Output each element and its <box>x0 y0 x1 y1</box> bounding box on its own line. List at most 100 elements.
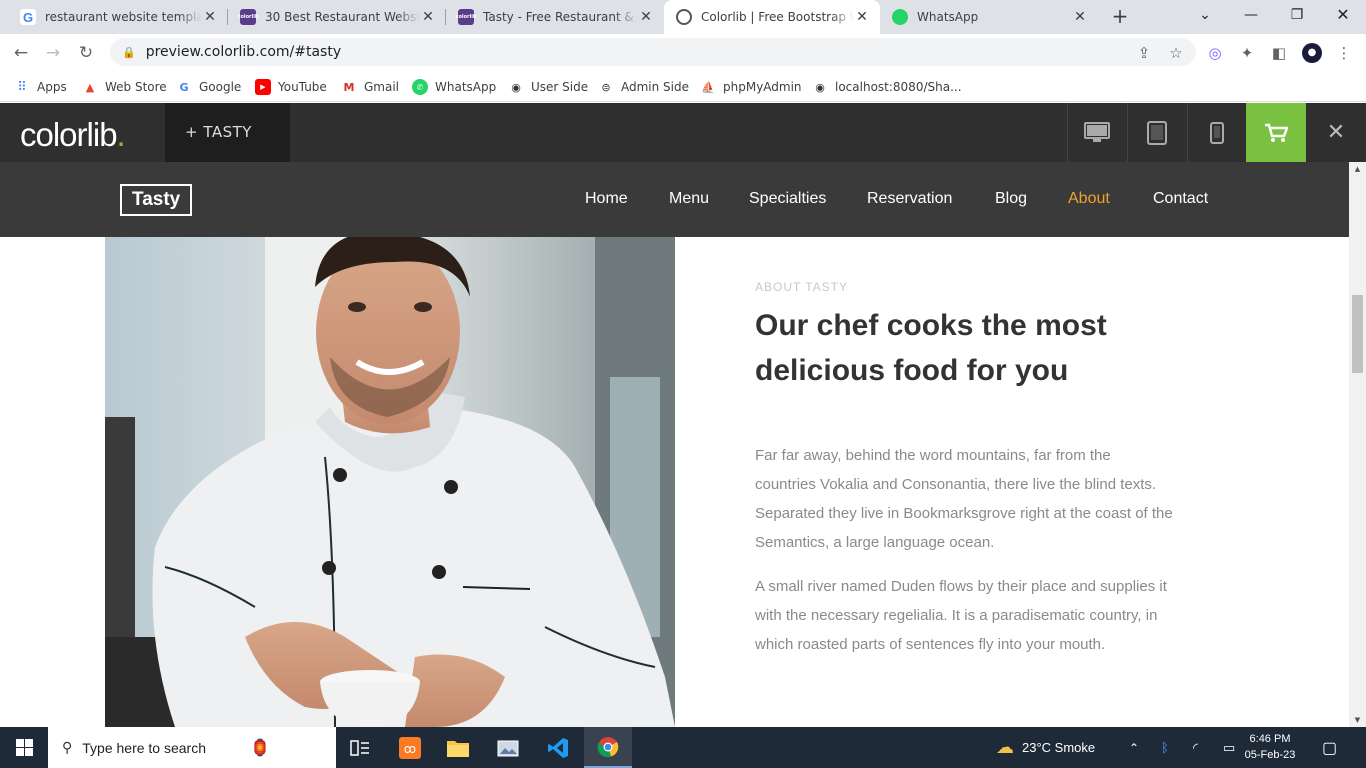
bookmark-gmail[interactable]: M Gmail <box>341 77 400 97</box>
weather-cloud-icon: ☁ <box>996 737 1014 757</box>
nav-blog[interactable]: Blog <box>995 190 1027 208</box>
nav-contact[interactable]: Contact <box>1153 190 1208 208</box>
restore-button[interactable]: ❐ <box>1274 0 1320 30</box>
bookmark-whatsapp[interactable]: ✆ WhatsApp <box>412 77 496 97</box>
menu-kebab-icon[interactable]: ⋮ <box>1334 43 1354 63</box>
browser-tab[interactable]: colorlib Tasty - Free Restaurant & Foo ✕ <box>446 0 664 34</box>
about-paragraph-2: A small river named Duden flows by their… <box>755 578 1167 653</box>
close-tab-icon[interactable]: ✕ <box>420 9 436 25</box>
xampp-app[interactable]: ꝏ <box>386 727 434 768</box>
web-store-icon: ▲ <box>85 80 95 94</box>
reload-button[interactable]: ↻ <box>73 40 99 66</box>
close-tab-icon[interactable]: ✕ <box>1072 9 1088 25</box>
buy-cart-button[interactable] <box>1246 103 1306 162</box>
chrome-app[interactable] <box>584 727 632 768</box>
photos-app[interactable] <box>484 727 532 768</box>
section-heading: Our chef cooks the most delicious food f… <box>755 309 1107 387</box>
back-button[interactable]: ← <box>8 40 34 66</box>
browser-tab[interactable]: G restaurant website templates - ✕ <box>8 0 228 34</box>
bookmark-web-store[interactable]: ▲ Web Store <box>82 77 167 97</box>
scroll-up-arrow-icon[interactable]: ▲ <box>1349 162 1366 176</box>
photos-icon <box>497 740 519 756</box>
minimize-button[interactable]: — <box>1228 0 1274 30</box>
desktop-icon <box>1084 121 1110 142</box>
site-navbar: Tasty Home Menu Specialties Reservation … <box>0 162 1349 237</box>
nav-reservation[interactable]: Reservation <box>867 190 952 208</box>
mobile-icon <box>1210 121 1224 144</box>
tab-search-button[interactable]: ⌄ <box>1182 0 1228 30</box>
google-icon: G <box>20 9 36 25</box>
bookmark-user-side[interactable]: ◉ User Side <box>508 77 588 97</box>
forward-button[interactable]: → <box>40 40 66 66</box>
globe-icon: ◉ <box>815 80 825 94</box>
mobile-view-button[interactable] <box>1187 103 1246 162</box>
bookmark-apps[interactable]: ⠿ Apps <box>14 77 66 97</box>
extensions-puzzle-icon[interactable]: ✦ <box>1237 43 1257 63</box>
share-icon[interactable]: ⇪ <box>1134 43 1154 63</box>
tablet-icon <box>1147 120 1167 145</box>
nav-about[interactable]: About <box>1068 190 1110 208</box>
nav-specialties[interactable]: Specialties <box>749 190 826 208</box>
scroll-down-arrow-icon[interactable]: ▼ <box>1349 713 1366 727</box>
show-hidden-icons-button[interactable]: ⌃ <box>1129 727 1139 768</box>
nav-home[interactable]: Home <box>585 190 628 208</box>
window-close-button[interactable]: ✕ <box>1320 0 1366 30</box>
bluetooth-icon[interactable]: ᛒ <box>1161 727 1169 768</box>
tab-title: Colorlib | Free Bootstrap Web <box>701 10 854 24</box>
browser-tab[interactable]: colorlib 30 Best Restaurant Website Te ✕ <box>228 0 446 34</box>
nav-menu[interactable]: Menu <box>669 190 709 208</box>
close-tab-icon[interactable]: ✕ <box>202 9 218 25</box>
browser-tab-active[interactable]: Colorlib | Free Bootstrap Web ✕ <box>664 0 880 34</box>
wifi-icon[interactable]: ◜ <box>1193 727 1198 768</box>
colorlib-logo[interactable]: colorlib. <box>20 116 126 154</box>
new-tab-button[interactable]: + <box>1108 5 1132 29</box>
colorlib-preview-bar: colorlib. + TASTY ✕ <box>0 103 1366 162</box>
colorlib-icon: colorlib <box>237 9 259 25</box>
lantern-decoration-icon: 🏮 <box>250 738 270 757</box>
scrollbar-thumb[interactable] <box>1352 295 1363 373</box>
admin-icon: ⊜ <box>601 80 611 94</box>
whatsapp-icon: ✆ <box>412 79 428 95</box>
bookmark-phpmyadmin[interactable]: ⛵ phpMyAdmin <box>700 77 801 97</box>
taskbar-clock[interactable]: 6:46 PM 05-Feb-23 <box>1240 731 1300 763</box>
profile-avatar[interactable]: ● <box>1302 43 1322 63</box>
address-bar[interactable]: 🔒 preview.colorlib.com/#tasty <box>110 38 1196 66</box>
shopping-cart-icon <box>1265 123 1288 142</box>
battery-icon[interactable]: ▭ <box>1223 727 1235 768</box>
weather-widget[interactable]: ☁ 23°C Smoke <box>996 727 1095 768</box>
close-preview-icon[interactable]: ✕ <box>1306 103 1366 162</box>
file-explorer-app[interactable] <box>434 727 482 768</box>
close-tab-icon[interactable]: ✕ <box>854 9 870 25</box>
globe-icon: ◉ <box>511 80 521 94</box>
task-view-button[interactable] <box>336 727 384 768</box>
xampp-icon: ꝏ <box>399 736 421 759</box>
extension-icon[interactable]: ◎ <box>1205 43 1225 63</box>
desktop-view-button[interactable] <box>1067 103 1126 162</box>
tab-title: 30 Best Restaurant Website Te <box>265 10 420 24</box>
vscode-app[interactable] <box>534 727 582 768</box>
folder-icon <box>447 740 469 757</box>
url-text: preview.colorlib.com/#tasty <box>145 44 342 60</box>
start-button[interactable] <box>0 727 48 768</box>
colorlib-globe-icon <box>676 9 692 25</box>
tablet-view-button[interactable] <box>1127 103 1186 162</box>
svg-text:ꝏ: ꝏ <box>404 742 416 756</box>
bookmark-youtube[interactable]: ▶ YouTube <box>255 77 327 97</box>
site-brand-logo[interactable]: Tasty <box>120 184 193 216</box>
close-tab-icon[interactable]: ✕ <box>638 9 654 25</box>
page-scrollbar[interactable]: ▲ ▼ <box>1349 162 1366 727</box>
bookmark-google[interactable]: G Google <box>176 77 241 97</box>
theme-selector[interactable]: + TASTY <box>165 103 290 162</box>
side-panel-icon[interactable]: ◧ <box>1269 43 1289 63</box>
bookmark-star-icon[interactable]: ☆ <box>1166 43 1186 63</box>
google-icon: G <box>179 80 189 94</box>
chrome-icon <box>597 736 619 757</box>
about-paragraph-1: Far far away, behind the word mountains,… <box>755 447 1173 551</box>
notifications-icon[interactable]: ▢ <box>1322 727 1337 768</box>
tab-title: Tasty - Free Restaurant & Foo <box>483 10 638 24</box>
taskbar-search-box[interactable]: ⚲ Type here to search 🏮 <box>48 727 336 768</box>
bookmark-admin-side[interactable]: ⊜ Admin Side <box>598 77 689 97</box>
browser-tab[interactable]: WhatsApp ✕ <box>880 0 1098 34</box>
youtube-icon: ▶ <box>255 79 271 95</box>
bookmark-localhost[interactable]: ◉ localhost:8080/Sha... <box>812 77 961 97</box>
